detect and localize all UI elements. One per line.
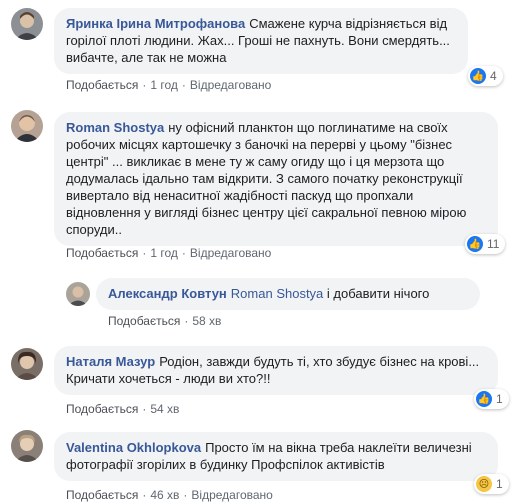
comment-actions: Подобається · 1 год · Відредаговано — [66, 78, 272, 92]
edited-label[interactable]: Відредаговано — [190, 246, 271, 260]
comment-text: і добавити нічого — [326, 286, 430, 301]
reaction-count[interactable]: 👍 4 — [468, 66, 503, 86]
like-button[interactable]: Подобається — [66, 488, 138, 502]
comment-actions: Подобається · 58 хв — [108, 314, 222, 328]
comment-author[interactable]: Наталя Мазур — [66, 354, 155, 369]
avatar[interactable] — [11, 8, 43, 40]
comment-author[interactable]: Яринка Ірина Митрофанова — [66, 16, 245, 31]
comment-author[interactable]: Александр Ковтун — [108, 286, 227, 301]
avatar[interactable] — [11, 348, 43, 380]
comment-time[interactable]: 1 год — [150, 246, 178, 260]
comment-bubble: Roman Shostya ну офісний планктон що погл… — [54, 112, 498, 246]
edited-label[interactable]: Відредаговано — [191, 488, 272, 502]
like-icon: 👍 — [470, 68, 486, 84]
like-button[interactable]: Подобається — [66, 246, 138, 260]
like-button[interactable]: Подобається — [108, 314, 180, 328]
comment-bubble: Александр Ковтун Roman Shostya і добавити… — [96, 278, 480, 310]
like-icon: 👍 — [476, 391, 492, 407]
comment-text: ну офісний планктон що поглинатиме на св… — [66, 120, 467, 237]
like-button[interactable]: Подобається — [66, 402, 138, 416]
comment-actions: Подобається · 46 хв · Відредаговано — [66, 488, 273, 502]
edited-label[interactable]: Відредаговано — [190, 78, 271, 92]
comment-time[interactable]: 54 хв — [150, 402, 179, 416]
sad-icon: ☹ — [476, 476, 492, 492]
comment-time[interactable]: 1 год — [150, 78, 178, 92]
comment-author[interactable]: Valentina Okhlopkova — [66, 440, 201, 455]
comment-author[interactable]: Roman Shostya — [66, 120, 164, 135]
comment-actions: Подобається · 1 год · Відредаговано — [66, 246, 272, 260]
comment-bubble: Наталя Мазур Родіон, завжди будуть ті, хт… — [54, 346, 498, 395]
avatar[interactable] — [11, 110, 43, 142]
like-button[interactable]: Подобається — [66, 78, 138, 92]
like-icon: 👍 — [467, 236, 483, 252]
reaction-count[interactable]: 👍 11 — [465, 234, 506, 254]
comment-bubble: Яринка Ірина Митрофанова Смажене курча ві… — [54, 8, 468, 74]
comment-time[interactable]: 58 хв — [192, 314, 221, 328]
comment-time[interactable]: 46 хв — [150, 488, 179, 502]
comment-bubble: Valentina Okhlopkova Просто їм на вікна т… — [54, 432, 498, 481]
reaction-count[interactable]: ☹ 1 — [474, 474, 509, 494]
avatar[interactable] — [66, 282, 90, 306]
comment-actions: Подобається · 54 хв — [66, 402, 180, 416]
reaction-count[interactable]: 👍 1 — [474, 389, 509, 409]
avatar[interactable] — [11, 430, 43, 462]
mention-link[interactable]: Roman Shostya — [231, 286, 324, 301]
